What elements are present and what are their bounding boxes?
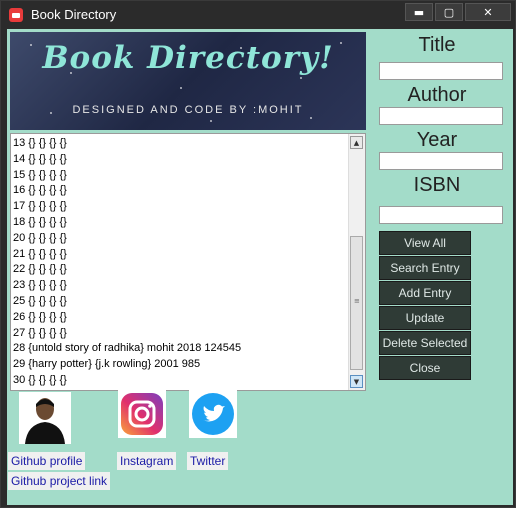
list-item[interactable]: 28 {untold story of radhika} mohit 2018 … <box>11 341 349 357</box>
instagram-link[interactable]: Instagram <box>117 452 177 470</box>
banner-image: Book Directory! DESIGNED AND CODE BY :MO… <box>10 32 366 130</box>
scroll-up-arrow-icon[interactable]: ▲ <box>350 136 363 149</box>
year-input[interactable] <box>379 152 503 170</box>
list-item[interactable]: 16 {} {} {} {} <box>11 183 349 199</box>
list-item[interactable]: 13 {} {} {} {} <box>11 136 349 152</box>
window-title: Book Directory <box>31 7 117 22</box>
instagram-icon <box>121 393 163 435</box>
update-button[interactable]: Update <box>379 306 471 330</box>
search-entry-button[interactable]: Search Entry <box>379 256 471 280</box>
github-project-link[interactable]: Github project link <box>8 472 111 490</box>
minimize-button[interactable]: ▬ <box>405 3 433 21</box>
twitter-logo[interactable] <box>189 390 237 438</box>
maximize-button[interactable]: ▢ <box>435 3 463 21</box>
list-item[interactable]: 17 {} {} {} {} <box>11 199 349 215</box>
year-label: Year <box>416 129 458 151</box>
list-item[interactable]: 20 {} {} {} {} <box>11 231 349 247</box>
book-listbox[interactable]: 13 {} {} {} {} 14 {} {} {} {} 15 {} {} {… <box>10 133 366 391</box>
banner-subtitle: DESIGNED AND CODE BY :MOHIT <box>72 104 304 116</box>
list-item[interactable]: 15 {} {} {} {} <box>11 168 349 184</box>
author-label: Author <box>407 84 467 106</box>
list-item[interactable]: 29 {harry potter} {j.k rowling} 2001 985 <box>11 357 349 373</box>
list-item[interactable]: 22 {} {} {} {} <box>11 262 349 278</box>
list-item[interactable]: 23 {} {} {} {} <box>11 278 349 294</box>
isbn-input[interactable] <box>379 206 503 224</box>
person-icon <box>19 392 71 444</box>
form-panel: Title Author Year ISBN View All Search E… <box>367 29 513 505</box>
book-list: 13 {} {} {} {} 14 {} {} {} {} 15 {} {} {… <box>11 136 349 389</box>
banner-title: Book Directory! <box>42 40 334 76</box>
list-item[interactable]: 14 {} {} {} {} <box>11 152 349 168</box>
list-item[interactable]: 25 {} {} {} {} <box>11 294 349 310</box>
list-item[interactable]: 30 {} {} {} {} <box>11 373 349 389</box>
close-button[interactable]: Close <box>379 356 471 380</box>
scroll-down-arrow-icon[interactable]: ▼ <box>350 375 363 388</box>
view-all-button[interactable]: View All <box>379 231 471 255</box>
profile-avatar[interactable] <box>19 392 71 444</box>
github-profile-link[interactable]: Github profile <box>8 452 86 470</box>
title-label: Title <box>418 34 456 56</box>
scroll-thumb[interactable]: ≡ <box>350 236 363 370</box>
vertical-scrollbar[interactable]: ▲ ≡ ▼ <box>348 134 365 390</box>
list-item[interactable]: 21 {} {} {} {} <box>11 247 349 263</box>
app-icon <box>9 8 23 22</box>
title-bar[interactable]: Book Directory ▬ ▢ ✕ <box>1 1 515 29</box>
instagram-logo[interactable] <box>118 390 166 438</box>
twitter-icon <box>192 393 234 435</box>
app-window: Book Directory ▬ ▢ ✕ Book Directory! DES… <box>0 0 516 508</box>
add-entry-button[interactable]: Add Entry <box>379 281 471 305</box>
list-item[interactable]: 18 {} {} {} {} <box>11 215 349 231</box>
window-controls: ▬ ▢ ✕ <box>403 3 511 21</box>
app-client-area: Book Directory! DESIGNED AND CODE BY :MO… <box>7 29 513 505</box>
author-input[interactable] <box>379 107 503 125</box>
list-item[interactable]: 26 {} {} {} {} <box>11 310 349 326</box>
isbn-label: ISBN <box>413 174 461 196</box>
delete-selected-button[interactable]: Delete Selected <box>379 331 471 355</box>
title-input[interactable] <box>379 62 503 80</box>
twitter-link[interactable]: Twitter <box>187 452 229 470</box>
close-window-button[interactable]: ✕ <box>465 3 511 21</box>
list-item[interactable]: 27 {} {} {} {} <box>11 326 349 342</box>
grip-icon: ≡ <box>354 297 360 305</box>
